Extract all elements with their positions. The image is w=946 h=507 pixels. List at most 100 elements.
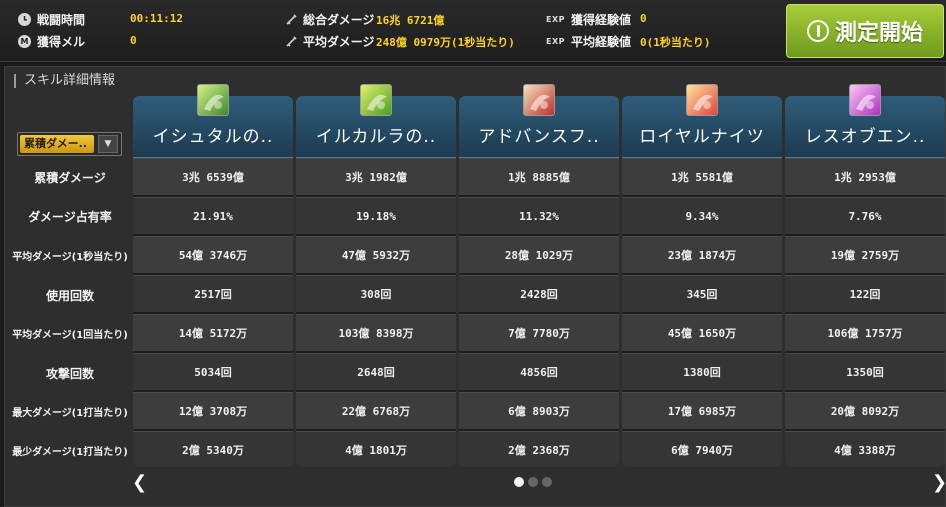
exp-icon: EXP (546, 36, 565, 46)
skill-name: イルカルラの.. (315, 127, 437, 147)
skill-column: レスオブエン.. 1兆 2953億 7.76% 19億 2759万 122回 106億 1… (785, 96, 945, 467)
skill-stat-cell: 9.34% (622, 197, 782, 234)
skill-stat-cell: 2428回 (459, 275, 619, 312)
skill-column: イシュタルの.. 3兆 6539億 21.91% 54億 3746万 2517回 14億 … (133, 96, 293, 467)
row-label-total-damage: 累積ダメージ (34, 171, 106, 185)
skill-stat-cell: 308回 (296, 275, 456, 312)
skill-stat-cell: 1380回 (622, 353, 782, 390)
skill-stat-cell: 47億 5932万 (296, 236, 456, 273)
row-label-avg-dps: 平均ダメージ(1秒当たり) (12, 252, 128, 263)
page-dot[interactable] (528, 477, 538, 487)
exp-value: 0 (640, 12, 647, 25)
meso-stat: M 獲得メル (18, 31, 85, 51)
avg-exp-value: 0(1秒当たり) (640, 36, 711, 49)
total-damage-value: 16兆 6721億 (376, 14, 445, 27)
exp-stat: EXP 獲得経験値 (546, 9, 631, 29)
skill-stat-cell: 14億 5172万 (133, 314, 293, 351)
skill-stat-cell: 2648回 (296, 353, 456, 390)
row-label-min-hit: 最少ダメージ(1打当たり) (12, 447, 128, 458)
page-dot[interactable] (542, 477, 552, 487)
next-page-arrow[interactable]: ❯ (932, 472, 946, 493)
exp-icon: EXP (546, 14, 565, 24)
skill-column: ロイヤルナイツ 1兆 5581億 9.34% 23億 1874万 345回 45億 165… (622, 96, 782, 467)
skill-stat-cell: 3兆 6539億 (133, 158, 293, 195)
gauge-icon (806, 20, 829, 42)
clock-icon (18, 12, 31, 26)
avg-exp-label: 平均経験値 (571, 34, 632, 49)
skill-stat-cell: 7.76% (785, 197, 945, 234)
chevron-down-icon[interactable]: ▼ (98, 135, 118, 153)
avg-damage-label: 平均ダメージ (303, 34, 375, 49)
skill-stat-cell: 106億 1757万 (785, 314, 945, 351)
skill-stat-cell: 54億 3746万 (133, 236, 293, 273)
skill-stat-cell: 28億 1029万 (459, 236, 619, 273)
skill-stat-cell: 103億 8398万 (296, 314, 456, 351)
prev-page-arrow[interactable]: ❮ (132, 472, 147, 493)
royal-knights-icon (686, 84, 718, 116)
row-label-avg-per-use: 平均ダメージ(1回当たり) (12, 330, 128, 341)
exp-label: 獲得経験値 (571, 12, 632, 27)
skill-column: イルカルラの.. 3兆 1982億 19.18% 47億 5932万 308回 103億 … (296, 96, 456, 467)
avg-damage-value: 248億 0979万(1秒当たり) (376, 36, 515, 49)
row-label-hit-count: 攻撃回数 (45, 367, 94, 381)
sort-dropdown[interactable]: 累積ダメー.. ▼ (17, 132, 122, 156)
sword-icon (284, 34, 298, 48)
skill-stat-cell: 1350回 (785, 353, 945, 390)
skill-stat-cell: 20億 8092万 (785, 392, 945, 429)
skill-column: アドバンスフ.. 1兆 8885億 11.32% 28億 1029万 2428回 7億 7… (459, 96, 619, 467)
green-swirl-icon (197, 84, 229, 116)
meso-value: 0 (130, 34, 137, 47)
meso-icon: M (18, 34, 31, 48)
total-damage-label: 総合ダメージ (303, 12, 375, 27)
skill-stat-cell: 45億 1650万 (622, 314, 782, 351)
skill-name: イシュタルの.. (152, 127, 274, 147)
skill-stat-cell: 17億 6985万 (622, 392, 782, 429)
total-damage-stat: 総合ダメージ (284, 9, 374, 29)
skill-name: レスオブエン.. (804, 127, 926, 147)
skill-stat-cell: 11.32% (459, 197, 619, 234)
skill-name: ロイヤルナイツ (639, 127, 765, 147)
skill-stat-cell: 19.18% (296, 197, 456, 234)
skill-stat-cell: 5034回 (133, 353, 293, 390)
skill-stat-cell: 6億 8903万 (459, 392, 619, 429)
skill-stat-cell: 1兆 5581億 (622, 158, 782, 195)
stats-bar: 戦闘時間 00:11:12 M 獲得メル 0 総合ダメージ 16兆 6721億 … (0, 0, 946, 62)
battle-time-stat: 戦闘時間 (18, 9, 85, 29)
meso-label: 獲得メル (37, 34, 86, 49)
skill-stat-cell: 4億 1801万 (296, 431, 456, 467)
skill-stat-cell: 7億 7780万 (459, 314, 619, 351)
scroll-arrow-icon (523, 84, 555, 116)
measure-start-label: 測定開始 (834, 21, 923, 46)
sword-icon (284, 12, 298, 26)
skill-stat-cell: 2億 5340万 (133, 431, 293, 467)
skill-stat-cell: 2517回 (133, 275, 293, 312)
skill-stat-cell: 345回 (622, 275, 782, 312)
green-leaf-icon (360, 84, 392, 116)
skill-stat-cell: 6億 7940万 (622, 431, 782, 467)
page-dot[interactable] (514, 477, 524, 487)
skill-stat-cell: 21.91% (133, 197, 293, 234)
pink-spirit-icon (849, 84, 881, 116)
avg-exp-stat: EXP 平均経験値 (546, 31, 631, 51)
battle-time-label: 戦闘時間 (37, 12, 86, 27)
skill-stat-cell: 22億 6768万 (296, 392, 456, 429)
battle-time-value: 00:11:12 (130, 12, 183, 25)
row-label-max-hit: 最大ダメージ(1打当たり) (12, 408, 128, 419)
section-title: スキル詳細情報 (14, 74, 115, 88)
row-label-use-count: 使用回数 (45, 289, 94, 303)
pagination-dots (514, 477, 556, 487)
skill-stat-cell: 23億 1874万 (622, 236, 782, 273)
sort-selected-value: 累積ダメー.. (20, 135, 94, 153)
skill-stat-cell: 4856回 (459, 353, 619, 390)
skill-stat-cell: 19億 2759万 (785, 236, 945, 273)
avg-damage-stat: 平均ダメージ (284, 31, 374, 51)
skill-stat-cell: 12億 3708万 (133, 392, 293, 429)
measure-start-button[interactable]: 測定開始 (786, 4, 944, 58)
skill-stat-cell: 122回 (785, 275, 945, 312)
skill-name: アドバンスフ.. (478, 127, 600, 147)
row-label-damage-share: ダメージ占有率 (28, 210, 112, 224)
skill-stat-cell: 4億 3388万 (785, 431, 945, 467)
skill-stat-cell: 1兆 2953億 (785, 158, 945, 195)
skill-stat-cell: 3兆 1982億 (296, 158, 456, 195)
skill-stat-cell: 1兆 8885億 (459, 158, 619, 195)
